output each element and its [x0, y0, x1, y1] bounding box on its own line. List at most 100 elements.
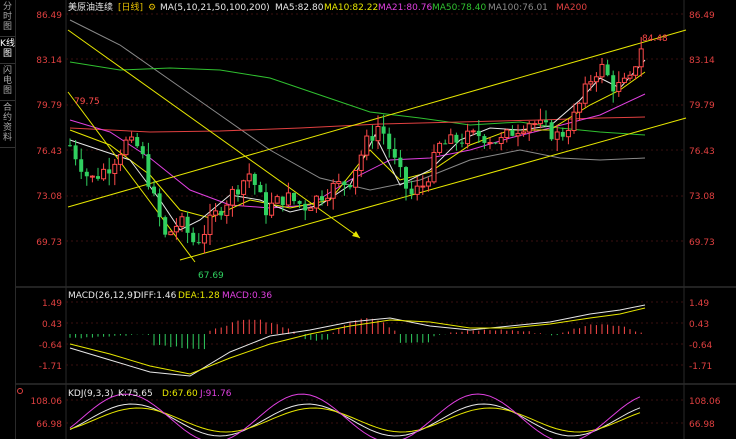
left-price-label: 79.75	[74, 97, 100, 107]
futures-chart[interactable]: 美原油连续 [日线] ⚙ MA(5,10,21,50,100,200) MA5:…	[0, 0, 736, 439]
macd-params: MACD(26,12,9)	[68, 291, 136, 301]
candle-body	[146, 154, 151, 187]
candle-body	[157, 193, 162, 218]
kdj-j-line	[69, 393, 641, 439]
kdj-d-line	[69, 407, 641, 433]
candle-body	[560, 131, 565, 137]
y-tick-left-4: 73.08	[36, 192, 62, 202]
candle-body	[224, 204, 230, 216]
kdj-toggle-icon[interactable]	[17, 388, 23, 394]
candle-body	[313, 195, 319, 209]
macd-tick-left-2: -0.64	[39, 341, 63, 351]
candle-body	[269, 202, 275, 216]
candle-body	[470, 130, 476, 133]
kdj-tick-left-0: 108.06	[31, 397, 63, 407]
candle-body	[487, 142, 493, 145]
candle-body	[129, 136, 135, 141]
candle-body	[638, 48, 644, 68]
candle-body	[515, 132, 521, 137]
kdj-lines	[69, 393, 641, 439]
y-tick-right-2: 79.79	[689, 101, 715, 111]
y-tick-left-0: 86.49	[36, 11, 62, 21]
y-tick-left-2: 79.79	[36, 101, 62, 111]
candle-body	[599, 63, 605, 78]
candle-body	[358, 154, 364, 171]
macd-tick-left-3: -1.71	[39, 362, 62, 372]
ma10-value: MA10:82.22	[324, 3, 378, 13]
candle-body	[325, 197, 331, 202]
kdj-tick-right-1: 66.98	[689, 420, 715, 430]
candle-body	[348, 185, 352, 188]
candle-body	[633, 66, 639, 76]
candle-body	[163, 217, 168, 235]
candle-body	[370, 136, 375, 141]
candle-body	[79, 159, 84, 172]
candle-body	[274, 196, 280, 204]
candle-body	[448, 134, 454, 144]
candle-body	[611, 75, 616, 92]
macd-tick-right-1: 0.43	[689, 320, 709, 330]
candle-body	[68, 145, 72, 147]
candle-body	[330, 182, 336, 199]
y-tick-right-3: 76.43	[689, 147, 715, 157]
candle-body	[112, 163, 118, 174]
candle-body	[482, 136, 487, 143]
ma21-value: MA21:80.76	[378, 3, 432, 13]
candle-body	[152, 186, 156, 194]
candle-body	[409, 188, 414, 195]
candle-body	[135, 137, 140, 147]
kdj-j: J:91.76	[199, 389, 232, 399]
candle-body	[493, 142, 498, 144]
candle-body	[342, 181, 347, 186]
y-tick-right-5: 69.73	[689, 238, 715, 248]
candle-body	[605, 64, 610, 76]
candle-body	[292, 192, 296, 202]
candle-body	[420, 185, 426, 188]
candle-body	[465, 130, 471, 145]
candle-body	[392, 149, 397, 158]
candle-body	[336, 180, 342, 184]
candle-body	[621, 77, 627, 84]
kdj-tick-left-1: 66.98	[36, 420, 62, 430]
candle-body	[504, 129, 510, 139]
candle-body	[537, 119, 543, 125]
candle-body	[308, 207, 314, 211]
trend-channel	[67, 29, 687, 263]
y-tick-right-1: 83.14	[689, 56, 715, 66]
candle-body	[89, 175, 95, 178]
y-tick-left-5: 69.73	[36, 238, 62, 248]
candle-body	[201, 233, 207, 244]
macd-tick-left-1: 0.43	[42, 320, 62, 330]
candle-body	[381, 126, 386, 134]
candle-body	[252, 173, 257, 185]
macd-tick-left-0: 1.49	[42, 299, 62, 309]
candle-body	[510, 129, 515, 136]
candle-body	[185, 216, 190, 233]
macd-value: MACD:0.36	[222, 291, 272, 301]
candle-body	[101, 168, 107, 180]
y-tick-left-1: 83.14	[36, 56, 62, 66]
candle-body	[297, 201, 302, 204]
candle-body	[219, 210, 224, 216]
macd-dea: DEA:1.28	[178, 291, 220, 301]
ma5-line	[69, 59, 646, 231]
candle-body	[107, 169, 112, 174]
period-label[interactable]: [日线]	[118, 1, 143, 13]
candle-body	[236, 189, 240, 195]
candle-body	[117, 154, 123, 165]
candle-body	[398, 157, 403, 168]
downtrend-arrow-icon	[352, 231, 360, 238]
ma100-value: MA100:76.01	[488, 3, 548, 13]
candle-body	[285, 192, 291, 206]
candle-body	[460, 142, 464, 144]
kdj-params: KDJ(9,3,3)	[68, 389, 113, 399]
settings-icon[interactable]: ⚙	[148, 3, 156, 13]
kdj-k-line	[69, 403, 641, 437]
candle-body	[627, 74, 633, 79]
candle-body	[173, 225, 179, 233]
instrument-title: 美原油连续	[68, 1, 113, 13]
candle-body	[582, 83, 588, 104]
low-price-label: 67.69	[198, 271, 224, 281]
candle-body	[375, 125, 381, 142]
candle-body	[554, 131, 560, 140]
